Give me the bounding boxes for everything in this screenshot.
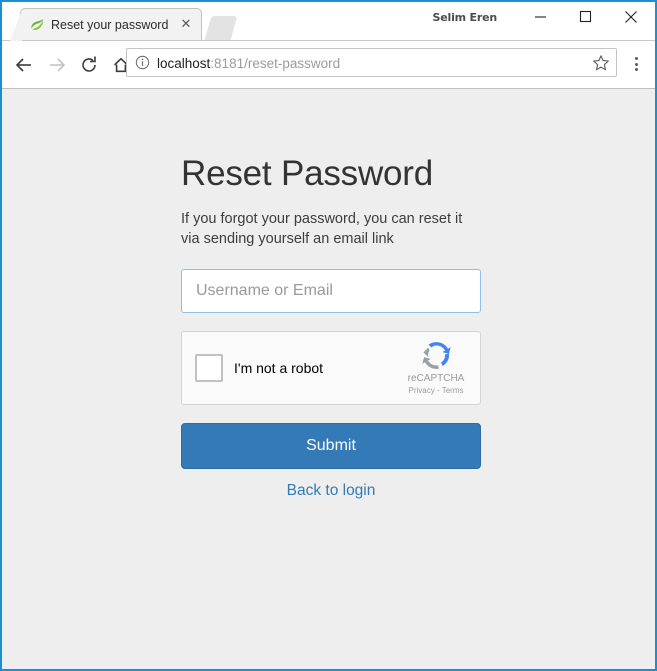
menu-dot: [634, 57, 638, 60]
kebab-menu-icon[interactable]: [626, 53, 646, 75]
reload-button[interactable]: [75, 51, 103, 79]
tab-close-icon[interactable]: ✕: [179, 17, 193, 31]
username-or-email-input[interactable]: [181, 269, 481, 313]
recaptcha-legal-links[interactable]: Privacy - Terms: [400, 385, 472, 396]
page-subtitle: If you forgot your password, you can res…: [181, 211, 463, 247]
browser-tab[interactable]: Reset your password ✕: [10, 8, 202, 41]
menu-dot: [634, 68, 638, 71]
window-close-button[interactable]: [608, 2, 653, 31]
browser-toolbar: localhost:8181/reset-password: [2, 41, 655, 89]
url-host: localhost: [157, 56, 211, 71]
recaptcha-branding: reCAPTCHA Privacy - Terms: [400, 339, 472, 396]
forward-button[interactable]: [43, 51, 71, 79]
profile-name-label[interactable]: Selim Eren: [433, 11, 498, 24]
submit-button[interactable]: Submit: [181, 423, 481, 469]
tab-title: Reset your password: [51, 18, 169, 32]
menu-dot: [634, 62, 638, 66]
recaptcha-logo-icon: [421, 342, 451, 369]
new-tab-button[interactable]: [204, 16, 238, 40]
page-viewport: Reset Password If you forgot your passwo…: [2, 89, 655, 669]
spring-leaf-icon: [29, 17, 45, 33]
info-circle-icon[interactable]: [135, 55, 150, 70]
tab-strip: Reset your password ✕ Selim Eren: [2, 2, 655, 41]
reset-password-form-container: Reset Password If you forgot your passwo…: [181, 153, 481, 500]
address-bar[interactable]: localhost:8181/reset-password: [126, 48, 617, 77]
arrow-right-icon: [50, 58, 66, 72]
url-text[interactable]: localhost:8181/reset-password: [157, 54, 340, 73]
recaptcha-brand-name: reCAPTCHA: [407, 373, 465, 384]
window-minimize-button[interactable]: [518, 2, 563, 31]
page-title: Reset Password: [181, 154, 434, 193]
browser-window: Reset your password ✕ Selim Eren localho…: [0, 0, 657, 671]
star-outline-icon[interactable]: [592, 54, 610, 72]
window-maximize-button[interactable]: [563, 2, 608, 31]
recaptcha-label: I'm not a robot: [234, 360, 324, 376]
reload-icon: [82, 56, 96, 72]
back-to-login-link[interactable]: Back to login: [181, 482, 481, 500]
recaptcha-checkbox[interactable]: [195, 354, 223, 382]
url-path: :8181/reset-password: [210, 56, 341, 71]
back-button[interactable]: [10, 51, 38, 79]
recaptcha-widget[interactable]: I'm not a robot reCAPTCHA Privacy - Term…: [181, 331, 481, 405]
arrow-left-icon: [15, 58, 31, 72]
